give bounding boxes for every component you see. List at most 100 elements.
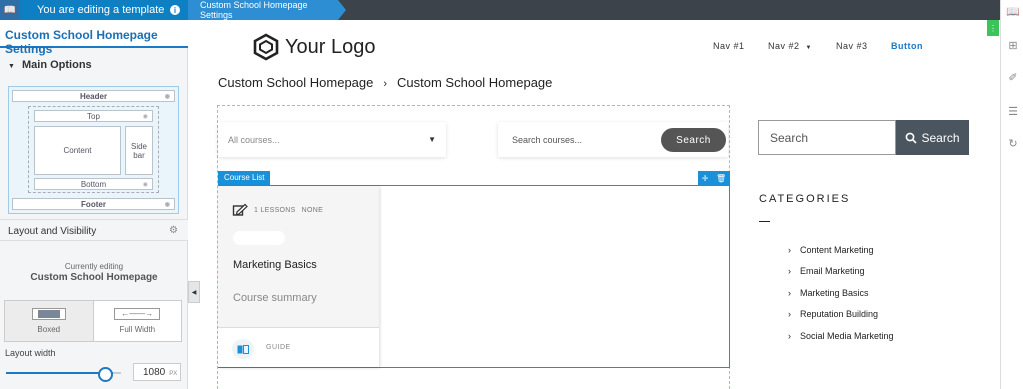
course-list-tag[interactable]: Course List bbox=[218, 171, 271, 185]
collapse-panel-button[interactable]: ◀ bbox=[188, 281, 200, 303]
slider-track-rest bbox=[113, 372, 121, 374]
diagram-top-label: Top bbox=[87, 111, 100, 121]
layout-fullwidth-label: Full Width bbox=[119, 325, 156, 334]
editing-label: You are editing a template bbox=[37, 4, 165, 16]
search-icon bbox=[906, 132, 918, 144]
category-label: Marketing Basics bbox=[800, 288, 869, 298]
eye-icon[interactable]: ◉ bbox=[143, 181, 148, 188]
hexagon-logo-icon bbox=[253, 33, 279, 61]
guide-label: GUIDE bbox=[266, 344, 291, 351]
chevron-right-icon: › bbox=[788, 288, 791, 298]
category-item[interactable]: › Social Media Marketing bbox=[788, 331, 894, 341]
sidebar-search-button[interactable]: Search bbox=[896, 120, 969, 155]
chevron-right-icon: › bbox=[788, 309, 791, 319]
sidebar-search-input[interactable]: Search bbox=[758, 120, 896, 155]
diagram-content[interactable]: Content bbox=[34, 126, 121, 175]
courses-search-button[interactable]: Search bbox=[661, 128, 726, 152]
nav-item-2[interactable]: Nav #2 ▼ bbox=[768, 41, 812, 51]
layout-boxed-option[interactable]: Boxed bbox=[5, 301, 94, 341]
lesson-count: 1 LESSONS bbox=[254, 206, 296, 214]
course-list-tools: ✛ 🗑 bbox=[698, 171, 730, 185]
right-toolbar: 📖 ⊞ ✐ ☰ ↻ bbox=[1000, 0, 1023, 389]
eye-icon[interactable]: ◉ bbox=[165, 201, 170, 208]
book-icon[interactable]: 📖 bbox=[1006, 4, 1020, 18]
layout-width-value: 1080 bbox=[143, 367, 166, 378]
category-item[interactable]: › Marketing Basics bbox=[788, 288, 869, 298]
course-summary: Course summary bbox=[233, 292, 317, 304]
diagram-footer-label: Footer bbox=[81, 199, 106, 209]
layout-fullwidth-option[interactable]: ←——→ Full Width bbox=[94, 301, 182, 341]
currently-editing-label: Currently editing bbox=[64, 262, 124, 271]
course-title[interactable]: Marketing Basics bbox=[233, 259, 317, 271]
category-label: Content Marketing bbox=[800, 245, 874, 255]
breadcrumb-current: Custom School Homepage bbox=[397, 75, 553, 90]
card-meta: 1 LESSONS NONE bbox=[232, 203, 323, 217]
diagram-content-label: Content bbox=[63, 146, 92, 155]
logo-text: Your Logo bbox=[285, 35, 376, 58]
current-template-name: Custom School Homepage bbox=[30, 272, 158, 283]
brush-icon[interactable]: ✐ bbox=[1006, 70, 1020, 84]
book-icon[interactable]: 📖 bbox=[0, 0, 20, 20]
sliders-icon[interactable]: ☰ bbox=[1006, 104, 1020, 118]
settings-panel: Custom School Homepage Settings ▼ Main O… bbox=[0, 20, 188, 389]
category-label: Reputation Building bbox=[800, 309, 879, 319]
breadcrumb-item[interactable]: Custom School Homepage bbox=[218, 75, 373, 90]
settings-crumb[interactable]: Custom School Homepage Settings bbox=[188, 0, 346, 20]
card-footer: GUIDE bbox=[218, 327, 379, 367]
layout-diagram: Header ◉ Top ◉ Content Side bar Bottom ◉… bbox=[8, 86, 179, 214]
add-block-icon[interactable]: ⊞ bbox=[1006, 38, 1020, 52]
more-options-icon[interactable]: ⋮ bbox=[987, 20, 999, 36]
editing-template-banner[interactable]: You are editing a template i bbox=[20, 0, 188, 20]
chevron-down-icon: ▼ bbox=[805, 45, 812, 51]
category-label: Email Marketing bbox=[800, 266, 865, 276]
nav-button[interactable]: Button bbox=[891, 41, 923, 51]
gear-icon[interactable]: ⚙ bbox=[169, 225, 178, 236]
nav-item-2-label: Nav #2 bbox=[768, 41, 800, 51]
courses-search-placeholder: Search courses... bbox=[512, 135, 583, 145]
guide-book-icon bbox=[232, 339, 254, 359]
fullwidth-layout-icon: ←——→ bbox=[114, 308, 161, 320]
courses-filter-value: All courses... bbox=[228, 135, 280, 145]
category-item[interactable]: › Content Marketing bbox=[788, 245, 874, 255]
layout-width-slider[interactable] bbox=[6, 367, 121, 382]
diagram-top[interactable]: Top ◉ bbox=[34, 110, 153, 122]
refresh-icon[interactable]: ↻ bbox=[1006, 136, 1020, 150]
nav-item-3[interactable]: Nav #3 bbox=[836, 41, 868, 51]
chevron-right-icon: › bbox=[788, 245, 791, 255]
diagram-bottom-label: Bottom bbox=[80, 179, 107, 189]
diagram-header[interactable]: Header ◉ bbox=[12, 90, 175, 102]
categories-divider bbox=[759, 221, 770, 222]
diagram-bottom[interactable]: Bottom ◉ bbox=[34, 178, 153, 190]
boxed-layout-icon bbox=[31, 308, 66, 320]
diagram-sidebar-label-2: bar bbox=[133, 150, 145, 160]
editor-topbar: 📖 You are editing a template i Custom Sc… bbox=[0, 0, 1023, 20]
chevron-right-icon: › bbox=[788, 266, 791, 276]
eye-icon[interactable]: ◉ bbox=[143, 113, 148, 120]
diagram-footer[interactable]: Footer ◉ bbox=[12, 198, 175, 210]
main-options-toggle[interactable]: ▼ Main Options bbox=[0, 50, 188, 78]
chevron-right-icon: › bbox=[788, 331, 791, 341]
chevron-right-icon: › bbox=[383, 78, 388, 90]
courses-filter-select[interactable]: All courses... ▼ bbox=[218, 122, 446, 157]
trash-icon[interactable]: 🗑 bbox=[716, 174, 726, 183]
layout-visibility-section[interactable]: Layout and Visibility ⚙ bbox=[0, 219, 188, 241]
course-card[interactable]: 1 LESSONS NONE Marketing Basics Course s… bbox=[218, 186, 379, 367]
categories-heading: CATEGORIES bbox=[759, 193, 851, 205]
category-item[interactable]: › Email Marketing bbox=[788, 266, 865, 276]
layout-width-input[interactable]: 1080 PX bbox=[133, 363, 181, 381]
sidebar-search-label: Search bbox=[921, 130, 960, 145]
site-logo[interactable]: Your Logo bbox=[253, 33, 375, 61]
diagram-sidebar[interactable]: Side bar bbox=[125, 126, 153, 175]
eye-icon[interactable]: ◉ bbox=[165, 93, 170, 100]
layout-selector: Boxed ←——→ Full Width bbox=[4, 300, 182, 342]
lesson-level: NONE bbox=[301, 206, 324, 214]
info-icon[interactable]: i bbox=[170, 5, 180, 15]
panel-title: Custom School Homepage Settings bbox=[0, 20, 188, 56]
layout-width-label: Layout width bbox=[5, 348, 56, 358]
courses-search-box[interactable]: Search courses... Search bbox=[498, 122, 728, 157]
nav-item-1[interactable]: Nav #1 bbox=[713, 41, 745, 51]
category-item[interactable]: › Reputation Building bbox=[788, 309, 878, 319]
main-options-label: Main Options bbox=[22, 59, 92, 71]
layout-boxed-label: Boxed bbox=[37, 325, 61, 334]
move-icon[interactable]: ✛ bbox=[702, 174, 709, 183]
